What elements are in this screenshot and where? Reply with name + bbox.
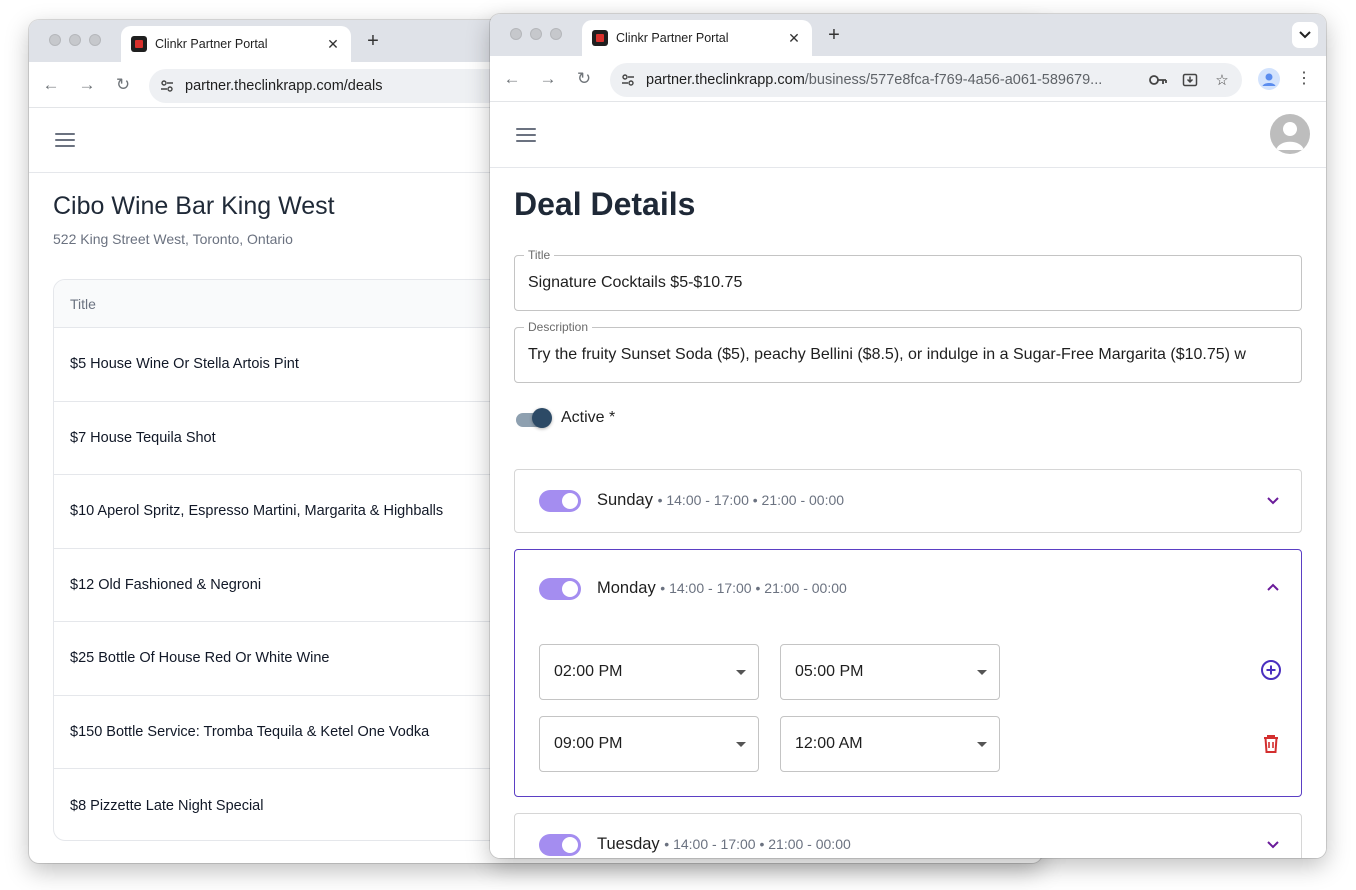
day-times: • 14:00 - 17:00 • 21:00 - 00:00	[660, 580, 847, 596]
dropdown-caret-icon	[736, 742, 746, 747]
toggle-knob	[562, 837, 578, 853]
chevron-down-icon[interactable]	[1265, 836, 1281, 852]
day-header[interactable]: Monday • 14:00 - 17:00 • 21:00 - 00:00	[515, 550, 1301, 630]
password-key-icon[interactable]	[1148, 70, 1168, 90]
address-bar[interactable]: partner.theclinkrapp.com/business/577e8f…	[610, 63, 1242, 97]
active-switch-thumb	[532, 408, 552, 428]
chevron-down-icon[interactable]	[1265, 492, 1281, 508]
browser-menu-icon[interactable]: ⋮	[1296, 69, 1312, 89]
reload-icon[interactable]: ↻	[573, 68, 595, 90]
tab-search-button[interactable]	[1292, 22, 1318, 48]
end-time-value: 12:00 AM	[795, 735, 863, 752]
start-time-value: 09:00 PM	[554, 735, 623, 752]
close-window-button[interactable]	[510, 28, 522, 40]
day-card-monday[interactable]: Monday • 14:00 - 17:00 • 21:00 - 00:00 0…	[514, 549, 1302, 797]
forward-arrow-icon[interactable]: →	[76, 74, 98, 96]
new-tab-button[interactable]: +	[823, 24, 845, 46]
day-label: Monday • 14:00 - 17:00 • 21:00 - 00:00	[597, 579, 847, 598]
zoom-window-button[interactable]	[89, 34, 101, 46]
window-controls	[510, 28, 562, 40]
clinkr-favicon-icon	[592, 30, 608, 46]
close-window-button[interactable]	[49, 34, 61, 46]
day-card-tuesday[interactable]: Tuesday • 14:00 - 17:00 • 21:00 - 00:00	[514, 813, 1302, 858]
description-field[interactable]: Description Try the fruity Sunset Soda (…	[514, 320, 1302, 383]
active-switch[interactable]	[514, 408, 552, 430]
page-title: Deal Details	[514, 186, 696, 222]
title-field[interactable]: Title Signature Cocktails $5-$10.75	[514, 248, 1302, 311]
toggle-knob	[562, 581, 578, 597]
day-header[interactable]: Sunday • 14:00 - 17:00 • 21:00 - 00:00	[515, 470, 1301, 532]
hamburger-menu-icon[interactable]	[55, 133, 75, 147]
zoom-window-button[interactable]	[550, 28, 562, 40]
reload-icon[interactable]: ↻	[112, 74, 134, 96]
tab-close-icon[interactable]: ✕	[325, 36, 341, 53]
tab-close-icon[interactable]: ✕	[786, 30, 802, 47]
day-name: Monday	[597, 579, 656, 597]
minimize-window-button[interactable]	[69, 34, 81, 46]
day-name: Tuesday	[597, 835, 660, 853]
start-time-value: 02:00 PM	[554, 663, 623, 680]
venue-name: Cibo Wine Bar King West	[53, 192, 335, 220]
bookmark-star-icon[interactable]: ☆	[1212, 70, 1232, 90]
deal-details-page: Deal Details Title Signature Cocktails $…	[490, 168, 1326, 858]
description-field-value[interactable]: Try the fruity Sunset Soda ($5), peachy …	[528, 328, 1293, 382]
url-text: partner.theclinkrapp.com/deals	[185, 78, 383, 94]
user-avatar-icon[interactable]	[1270, 114, 1310, 154]
app-header	[490, 103, 1326, 168]
end-time-value: 05:00 PM	[795, 663, 864, 680]
dropdown-caret-icon	[736, 670, 746, 675]
trash-icon[interactable]	[1259, 732, 1283, 756]
day-name: Sunday	[597, 491, 653, 509]
tab-title: Clinkr Partner Portal	[616, 31, 729, 45]
new-tab-button[interactable]: +	[362, 30, 384, 52]
start-time-select[interactable]: 09:00 PM	[539, 716, 759, 772]
clinkr-favicon-icon	[131, 36, 147, 52]
monday-toggle[interactable]	[539, 578, 581, 600]
active-label: Active *	[561, 409, 616, 426]
day-header[interactable]: Tuesday • 14:00 - 17:00 • 21:00 - 00:00	[515, 814, 1301, 858]
dropdown-caret-icon	[977, 742, 987, 747]
back-arrow-icon[interactable]: ←	[40, 74, 62, 96]
url-host: partner.theclinkrapp.com	[646, 72, 805, 88]
hamburger-menu-icon[interactable]	[516, 128, 536, 142]
day-label: Tuesday • 14:00 - 17:00 • 21:00 - 00:00	[597, 835, 851, 854]
omnibox-actions: ☆	[1148, 70, 1232, 90]
browser-toolbar: ← → ↻ partner.theclinkrapp.com/business/…	[490, 56, 1326, 102]
day-times: • 14:00 - 17:00 • 21:00 - 00:00	[657, 492, 845, 508]
site-settings-icon[interactable]	[159, 78, 175, 94]
start-time-select[interactable]: 02:00 PM	[539, 644, 759, 700]
end-time-select[interactable]: 12:00 AM	[780, 716, 1000, 772]
forward-arrow-icon[interactable]: →	[537, 68, 559, 90]
end-time-select[interactable]: 05:00 PM	[780, 644, 1000, 700]
browser-tab[interactable]: Clinkr Partner Portal ✕	[582, 20, 812, 56]
dropdown-caret-icon	[977, 670, 987, 675]
chevron-up-icon[interactable]	[1265, 580, 1281, 596]
tuesday-toggle[interactable]	[539, 834, 581, 856]
day-label: Sunday • 14:00 - 17:00 • 21:00 - 00:00	[597, 491, 844, 510]
window-controls	[49, 34, 101, 46]
chevron-down-icon	[1299, 31, 1311, 39]
site-settings-icon[interactable]	[620, 72, 636, 88]
back-arrow-icon[interactable]: ←	[501, 68, 523, 90]
install-app-icon[interactable]	[1180, 70, 1200, 90]
title-field-value[interactable]: Signature Cocktails $5-$10.75	[528, 256, 1293, 310]
tab-title: Clinkr Partner Portal	[155, 37, 268, 51]
browser-tab[interactable]: Clinkr Partner Portal ✕	[121, 26, 351, 62]
day-times: • 14:00 - 17:00 • 21:00 - 00:00	[664, 836, 851, 852]
profile-avatar-icon[interactable]	[1258, 68, 1280, 90]
venue-address: 522 King Street West, Toronto, Ontario	[53, 231, 293, 247]
add-circle-icon[interactable]	[1259, 658, 1283, 682]
url-path: /business/577e8fca-f769-4a56-a061-589679…	[804, 72, 1103, 88]
toggle-knob	[562, 493, 578, 509]
tab-strip: Clinkr Partner Portal ✕ +	[490, 14, 1326, 56]
sunday-toggle[interactable]	[539, 490, 581, 512]
url-text: partner.theclinkrapp.com/business/577e8f…	[646, 72, 1102, 88]
day-card-sunday[interactable]: Sunday • 14:00 - 17:00 • 21:00 - 00:00	[514, 469, 1302, 533]
minimize-window-button[interactable]	[530, 28, 542, 40]
front-browser-window: Clinkr Partner Portal ✕ + ← → ↻ partner.…	[490, 14, 1326, 858]
